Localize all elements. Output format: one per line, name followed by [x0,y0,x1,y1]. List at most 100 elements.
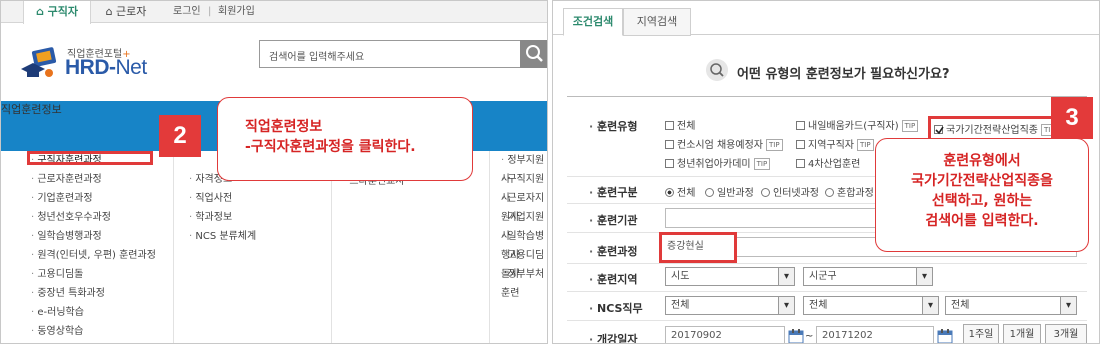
date-range-tilde: ~ [805,331,814,342]
training-course-value-highlight[interactable]: 증강현실 [659,232,737,263]
top-navigation: ⌂ 구직자 ⌂ 근로자 로그인 | 회원가입 [1,1,547,24]
category-internet-label: 인터넷과정 [773,188,819,199]
menu-item-support-2[interactable]: 구직지원사 [501,170,547,204]
period-1week-button[interactable]: 1주일 [963,324,999,343]
type-4th-label: 4차산업훈련 [808,159,861,170]
calendar-icon[interactable] [937,328,953,344]
tab-worker[interactable]: ⌂ 근로자 [93,1,159,23]
menu-item-worker-course[interactable]: 근로자훈련과정 [31,170,156,189]
type-naeil-label: 내일배움카드(구직자) [808,121,899,132]
region-sido-select[interactable]: 시도 [665,267,795,286]
search-button[interactable] [520,40,547,68]
category-general-label: 일반과정 [717,188,754,199]
gnb-active-label: 직업훈련정보 [1,103,62,116]
hrd-net-logo[interactable]: 직업훈련포털+ HRD-Net [19,41,189,87]
callout-3-line1: 훈련유형에서 [943,153,1021,169]
checkbox-type-consortium[interactable]: 컨소시엄 채용예정자 TIP [665,136,783,151]
menu-item-work-study-course[interactable]: 일학습병행과정 [31,227,156,246]
menu-item-middle-aged-course[interactable]: 중장년 특화과정 [31,284,156,303]
instruction-callout-2: 직업훈련정보 -구직자훈련과정을 클릭한다. [217,97,473,181]
type-consortium-label: 컨소시엄 채용예정자 [677,140,763,151]
menu-item-support-3[interactable]: 근로자지원사 [501,189,547,223]
checkbox-type-all[interactable]: 전체 [665,117,695,132]
category-all-label: 전체 [677,188,696,199]
checkmark-icon [935,126,944,135]
category-mixed-label: 혼합과정 [837,188,874,199]
checkbox-type-naeil-card[interactable]: 내일배움카드(구직자) TIP [796,117,919,132]
checkbox-type-regional[interactable]: 지역구직자 TIP [796,136,874,151]
link-separator: | [208,6,212,17]
menu-item-video-learning[interactable]: 동영상학습 [31,322,156,341]
callout-3-line3: 선택하고, 원하는 [931,193,1033,209]
menu-item-support-7[interactable]: 정부부처훈련 [501,265,547,299]
question-search-icon [706,59,728,81]
end-date-input[interactable]: 20171202 [816,326,934,343]
step-badge-2: 2 [159,115,201,157]
tab-condition-search[interactable]: 조건검색 [563,8,623,36]
type-all-label: 전체 [677,121,696,132]
instruction-callout-3: 훈련유형에서 국가기간전략산업직종을 선택하고, 원하는 검색어를 입력한다. [875,138,1089,252]
label-training-region: 훈련지역 [589,271,637,287]
callout-3-line2: 국가기간전략산업직종을 [911,173,1053,189]
start-date-input[interactable]: 20170902 [665,326,785,343]
callout-2-line2: -구직자훈련과정을 클릭한다. [245,139,416,155]
signup-link[interactable]: 회원가입 [218,1,255,23]
tab-region-search[interactable]: 지역검색 [623,8,691,36]
menu-item-stepping-stone[interactable]: 고용디딤돌 [31,265,156,284]
period-3month-button[interactable]: 3개월 [1045,324,1087,343]
menu-item-support-4[interactable]: 기업지원사 [501,208,547,242]
type-regional-label: 지역구직자 [808,140,854,151]
label-ncs-job: NCS직무 [589,300,643,316]
checkbox-type-youth-academy[interactable]: 청년취업아카데미 TIP [665,155,771,170]
tip-button[interactable]: TIP [857,139,874,151]
type-national-label: 국가기간전략산업직종 [946,125,1038,136]
tip-button[interactable]: TIP [753,158,771,170]
menu-item-elearning[interactable]: e-러닝학습 [31,303,156,322]
ncs-select-1[interactable]: 전체 [665,296,795,315]
highlight-box-jobseeker-course [27,151,153,165]
label-start-date: 개강일자 [589,331,637,343]
menu-item-support-6[interactable]: 고용디딤돌사 [501,246,547,280]
ncs-select-2[interactable]: 전체 [803,296,939,315]
radio-category-mixed[interactable]: 혼합과정 [825,184,874,199]
tip-button[interactable]: TIP [901,120,919,132]
menu-item-major-info[interactable]: 학과정보 [189,208,256,227]
menu-column-support: 정부지원사 구직지원사 근로자지원사 기업지원사 일학습병행사 고용디딤돌사 정… [501,151,547,299]
search-placeholder: 검색어를 입력해주세요 [269,52,365,63]
menu-item-ncs[interactable]: NCS 분류체계 [189,227,256,246]
tip-button[interactable]: TIP [765,139,783,151]
logo-title-net: Net [115,56,148,79]
callout-3-line4: 검색어를 입력한다. [925,213,1039,229]
menu-column-courses: 구직자훈련과정 근로자훈련과정 기업훈련과정 청년선호우수과정 일학습병행과정 … [31,151,156,341]
logo-title: HRD- [65,56,116,79]
login-link[interactable]: 로그인 [173,1,201,23]
search-tabs: 조건검색 지역검색 [553,1,1099,36]
tab-jobseeker[interactable]: ⌂ 구직자 [23,1,91,24]
menu-item-remote-course[interactable]: 원격(인터넷, 우편) 훈련과정 [31,246,156,265]
search-icon [526,45,543,62]
menu-item-support-5[interactable]: 일학습병행사 [501,227,547,261]
radio-category-all[interactable]: 전체 [665,184,695,199]
checkbox-type-4th-industry[interactable]: 4차산업훈련 [796,155,860,170]
search-input[interactable]: 검색어를 입력해주세요 [259,40,521,68]
step-badge-3: 3 [1051,97,1093,139]
type-youth-label: 청년취업아카데미 [677,159,751,170]
menu-item-company-course[interactable]: 기업훈련과정 [31,189,156,208]
label-training-org: 훈련기관 [589,212,637,228]
label-training-course: 훈련과정 [589,243,637,259]
radio-category-internet[interactable]: 인터넷과정 [761,184,819,199]
calendar-icon[interactable] [788,328,804,344]
search-question-title: 어떤 유형의 훈련정보가 필요하신가요? [737,67,950,82]
training-search-panel: 조건검색 지역검색 어떤 유형의 훈련정보가 필요하신가요? 훈련유형 전체 내… [552,0,1100,344]
region-sigungu-select[interactable]: 시군구 [803,267,933,286]
logo-graduate-icon [21,47,57,77]
menu-item-youth-course[interactable]: 청년선호우수과정 [31,208,156,227]
ncs-select-3[interactable]: 전체 [945,296,1077,315]
callout-2-line1: 직업훈련정보 [245,119,323,135]
period-1month-button[interactable]: 1개월 [1003,324,1041,343]
label-training-type: 훈련유형 [589,118,637,134]
menu-item-job-dictionary[interactable]: 직업사전 [189,189,256,208]
radio-category-general[interactable]: 일반과정 [705,184,754,199]
hrd-net-home-panel: ⌂ 구직자 ⌂ 근로자 로그인 | 회원가입 직업훈련포털+ HRD-Net 검… [0,0,548,344]
menu-item-support-1[interactable]: 정부지원사 [501,151,547,185]
